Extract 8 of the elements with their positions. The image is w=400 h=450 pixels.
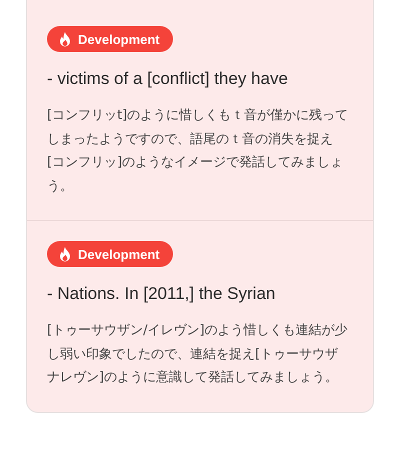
badge-label: Development <box>78 32 160 46</box>
phrase-text: - Nations. In [2011,] the Syrian <box>47 283 276 305</box>
feedback-text: [トゥーサウザン/イレヴン]のよう惜しくも連結が少し弱い印象でしたので、連結を捉え[トゥーサウザナレヴン]のように意識して発話してみましょう。 <box>47 322 349 387</box>
badge-label: Development <box>78 246 160 262</box>
phrase-text: - victims of a [conflict] they have <box>47 68 289 90</box>
flame-icon <box>59 246 71 262</box>
feedback-text: [コンフリッt]のように惜しくもｔ音が僅かに残ってしまったようですので、語尾のｔ音の消失を捉え[コンフリッ]のようなイメージで発話してみましょう。 <box>47 107 350 196</box>
flame-icon <box>59 32 71 46</box>
